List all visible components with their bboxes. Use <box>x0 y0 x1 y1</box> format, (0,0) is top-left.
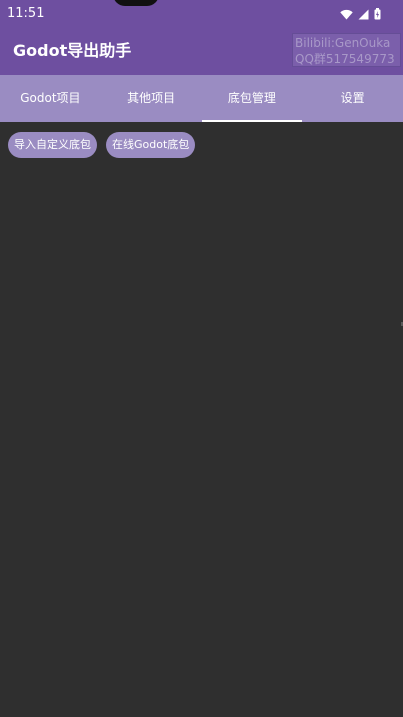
status-icons <box>340 8 381 20</box>
wifi-icon <box>340 9 353 19</box>
tab-settings[interactable]: 设置 <box>302 75 403 122</box>
camera-notch <box>113 0 159 6</box>
tab-bar: Godot项目 其他项目 底包管理 设置 <box>0 75 403 122</box>
battery-icon <box>374 8 381 20</box>
action-chips: 导入自定义底包 在线Godot底包 <box>8 132 196 158</box>
author-watermark: Bilibili:GenOuka QQ群517549773 <box>292 33 401 67</box>
cell-signal-icon <box>358 9 369 19</box>
tab-godot-projects[interactable]: Godot项目 <box>0 75 101 122</box>
app-screen: 11:51 Godot导出助手 Bilibili:GenOuka QQ群5175… <box>0 0 403 717</box>
app-bar: Godot导出助手 Bilibili:GenOuka QQ群517549773 <box>0 28 403 75</box>
online-godot-package-button[interactable]: 在线Godot底包 <box>106 132 196 158</box>
app-title: Godot导出助手 <box>13 41 132 60</box>
import-custom-package-button[interactable]: 导入自定义底包 <box>8 132 97 158</box>
watermark-qq-group: QQ群517549773 <box>295 52 395 66</box>
tab-other-projects[interactable]: 其他项目 <box>101 75 202 122</box>
watermark-bilibili: Bilibili:GenOuka <box>295 36 391 50</box>
status-time: 11:51 <box>7 6 45 21</box>
status-bar: 11:51 <box>0 0 403 28</box>
tab-base-package-management[interactable]: 底包管理 <box>201 75 303 122</box>
